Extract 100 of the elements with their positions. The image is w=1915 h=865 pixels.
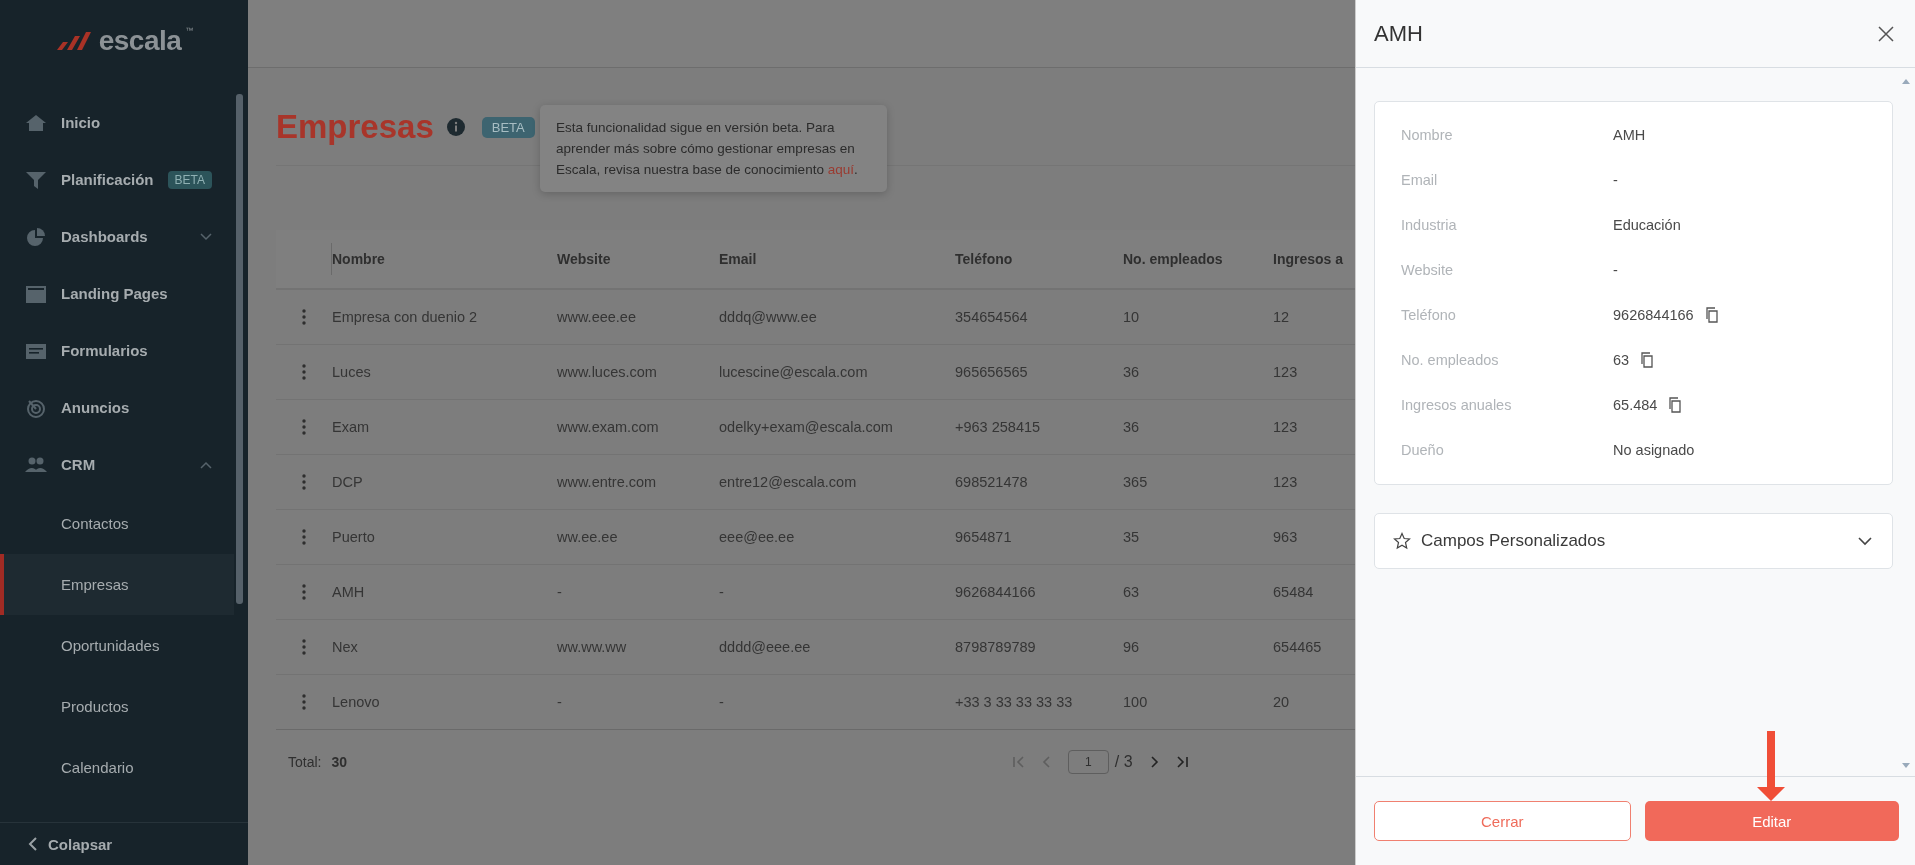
table-cell: 100 bbox=[1123, 694, 1148, 710]
table-cell: - bbox=[557, 584, 562, 600]
last-page-icon[interactable] bbox=[1174, 755, 1189, 769]
copy-icon[interactable] bbox=[1640, 351, 1655, 368]
star-icon bbox=[1393, 532, 1411, 550]
table-cell: +963 258415 bbox=[955, 419, 1041, 435]
table-cell: +33 3 33 33 33 33 bbox=[955, 694, 1073, 710]
more-vertical-icon[interactable] bbox=[302, 364, 306, 380]
column-header: Nombre bbox=[332, 251, 386, 267]
nav-item[interactable]: Inicio bbox=[0, 94, 248, 151]
more-vertical-icon[interactable] bbox=[302, 474, 306, 490]
field-label: Teléfono bbox=[1401, 306, 1457, 323]
nav-subitem[interactable]: Calendario bbox=[0, 737, 234, 798]
more-vertical-icon[interactable] bbox=[302, 639, 306, 655]
column-header: No. empleados bbox=[1123, 251, 1224, 267]
table-cell: Puerto bbox=[332, 529, 375, 545]
more-vertical-icon[interactable] bbox=[302, 419, 306, 435]
field-value: 9626844166 bbox=[1613, 306, 1694, 323]
more-vertical-icon[interactable] bbox=[302, 584, 306, 600]
field-value: 63 bbox=[1613, 351, 1630, 368]
chevron-left-icon bbox=[28, 837, 38, 851]
more-vertical-icon[interactable] bbox=[302, 529, 306, 545]
nav-subitem[interactable]: Contactos bbox=[0, 493, 234, 554]
logo-text: escala bbox=[98, 25, 182, 57]
trademark: ™ bbox=[185, 26, 194, 35]
table-cell: - bbox=[719, 694, 724, 710]
field-value: 65.484 bbox=[1613, 396, 1658, 413]
table-cell: Luces bbox=[332, 364, 371, 380]
table-cell: 654465 bbox=[1273, 639, 1322, 655]
copy-icon[interactable] bbox=[1704, 306, 1719, 323]
field-value: No asignado bbox=[1613, 441, 1695, 458]
pie-chart-icon bbox=[25, 226, 47, 247]
table-cell: 10 bbox=[1123, 309, 1140, 325]
column-header: Website bbox=[557, 251, 612, 267]
nav-item[interactable]: Landing Pages bbox=[0, 265, 248, 322]
table-cell: 123 bbox=[1273, 419, 1298, 435]
table-cell: 963 bbox=[1273, 529, 1298, 545]
field-label: Website bbox=[1401, 261, 1455, 278]
nav-item[interactable]: Anuncios bbox=[0, 379, 248, 436]
table-cell: 8798789789 bbox=[955, 639, 1036, 655]
table-cell: 365 bbox=[1123, 474, 1148, 490]
nav-item[interactable]: CRM bbox=[0, 436, 248, 493]
table-cell: Exam bbox=[332, 419, 370, 435]
field-value: AMH bbox=[1613, 126, 1646, 143]
page-count: / 3 bbox=[1114, 753, 1133, 771]
table-cell: 12 bbox=[1273, 309, 1290, 325]
table-cell: www.luces.com bbox=[557, 364, 657, 380]
table-cell: 698521478 bbox=[955, 474, 1028, 490]
nav-item[interactable]: Dashboards bbox=[0, 208, 248, 265]
beta-badge: BETA bbox=[167, 170, 212, 189]
table-cell: - bbox=[557, 694, 562, 710]
field-label: Industria bbox=[1401, 216, 1458, 233]
info-icon[interactable] bbox=[445, 117, 466, 137]
nav-item[interactable]: Planificación BETA bbox=[0, 151, 248, 208]
table-cell: Lenovo bbox=[332, 694, 380, 710]
column-header: Teléfono bbox=[955, 251, 1014, 267]
sidebar-scrollbar[interactable] bbox=[236, 94, 243, 604]
down-arrow bbox=[1756, 731, 1786, 801]
table-cell: 965656565 bbox=[955, 364, 1028, 380]
nav-subitem[interactable]: Oportunidades bbox=[0, 615, 234, 676]
table-cell: 354654564 bbox=[955, 309, 1028, 325]
browser-window-icon bbox=[25, 283, 47, 304]
table-cell: AMH bbox=[332, 584, 365, 600]
table-cell: 123 bbox=[1273, 364, 1298, 380]
table-cell: dddq@www.ee bbox=[719, 309, 817, 325]
field-value: - bbox=[1613, 261, 1618, 278]
nav-item[interactable]: Formularios bbox=[0, 322, 248, 379]
table-cell: odelky+exam@escala.com bbox=[719, 419, 893, 435]
table-cell: 20 bbox=[1273, 694, 1290, 710]
table-cell: 9654871 bbox=[955, 529, 1012, 545]
close-icon[interactable] bbox=[1878, 25, 1894, 42]
field-value: - bbox=[1613, 171, 1618, 188]
table-cell: www.entre.com bbox=[557, 474, 657, 490]
table-cell: entre12@escala.com bbox=[719, 474, 857, 490]
copy-icon[interactable] bbox=[1668, 396, 1683, 413]
table-cell: 36 bbox=[1123, 364, 1140, 380]
custom-fields-accordion[interactable]: Campos Personalizados bbox=[1374, 513, 1893, 569]
table-cell: 9626844166 bbox=[955, 584, 1036, 600]
more-vertical-icon[interactable] bbox=[302, 694, 306, 710]
table-cell: ww.ee.ee bbox=[557, 529, 618, 545]
table-cell: www.exam.com bbox=[557, 419, 659, 435]
nav-subitem[interactable]: Empresas bbox=[0, 554, 234, 615]
scroll-down-icon[interactable] bbox=[1902, 763, 1910, 768]
total-label: Total: bbox=[288, 754, 322, 770]
table-cell: - bbox=[719, 584, 724, 600]
target-icon bbox=[25, 397, 47, 418]
more-vertical-icon[interactable] bbox=[302, 309, 306, 325]
table-cell: 65484 bbox=[1273, 584, 1314, 600]
table-cell: eee@ee.ee bbox=[719, 529, 795, 545]
table-cell: www.eee.ee bbox=[557, 309, 636, 325]
field-label: Ingresos anuales bbox=[1401, 396, 1513, 413]
nav-subitem[interactable]: Productos bbox=[0, 676, 234, 737]
table-cell: dddd@eee.ee bbox=[719, 639, 811, 655]
table-cell: lucescine@escala.com bbox=[719, 364, 868, 380]
table-cell: 96 bbox=[1123, 639, 1140, 655]
field-label: Email bbox=[1401, 171, 1439, 188]
table-cell: DCP bbox=[332, 474, 363, 490]
table-cell: Nex bbox=[332, 639, 358, 655]
scroll-up-icon[interactable] bbox=[1902, 79, 1910, 84]
table-cell: 36 bbox=[1123, 419, 1140, 435]
